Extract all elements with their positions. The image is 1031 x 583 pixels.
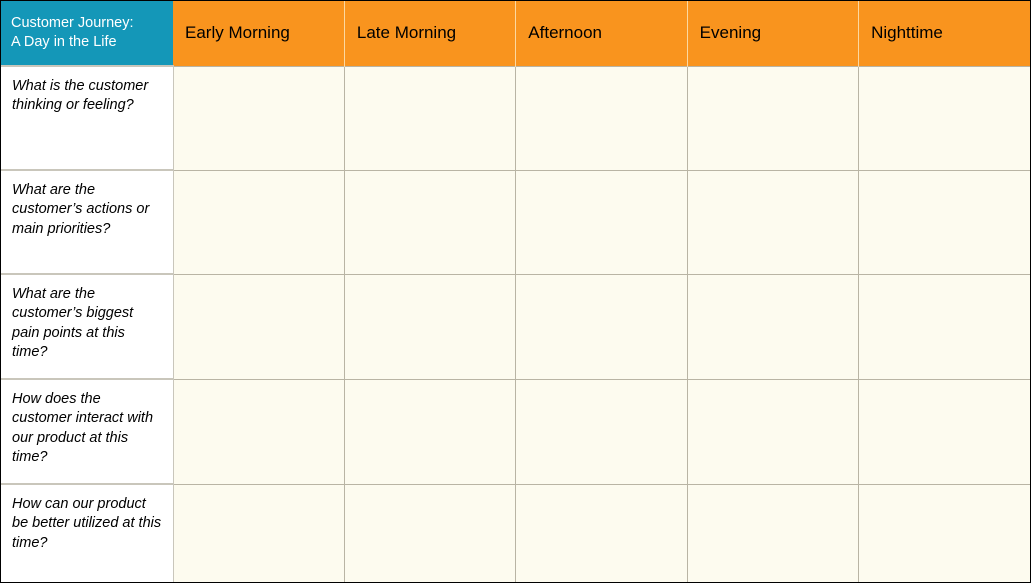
entry-cell[interactable]: [173, 378, 345, 484]
customer-journey-board: Customer Journey: A Day in the Life Earl…: [0, 0, 1031, 583]
row-question-label: How does the customer interact with our …: [12, 391, 154, 465]
entry-cell[interactable]: [515, 273, 688, 379]
board-title-cell: Customer Journey: A Day in the Life: [1, 1, 173, 66]
row-question-cell: What is the customer thinking or feeling…: [1, 65, 174, 170]
entry-cell[interactable]: [343, 378, 516, 484]
row-question-label: How can our product be better utilized a…: [12, 496, 162, 551]
column-header-label: Nighttime: [871, 23, 943, 43]
table-row: What are the customer’s biggest pain poi…: [1, 273, 1030, 379]
column-header-label: Late Morning: [356, 23, 457, 43]
table-row: What are the customer’s actions or main …: [1, 169, 1030, 274]
column-header-evening[interactable]: Evening: [686, 1, 859, 66]
entry-cell[interactable]: [515, 378, 688, 484]
row-question-label: What is the customer thinking or feeling…: [12, 78, 149, 114]
entry-cell[interactable]: [686, 378, 859, 484]
row-question-label: What are the customer’s biggest pain poi…: [12, 286, 134, 360]
entry-cell[interactable]: [173, 483, 345, 582]
entry-cell[interactable]: [343, 169, 516, 274]
entry-cell[interactable]: [858, 169, 1030, 274]
column-header-label: Early Morning: [185, 23, 290, 43]
column-header-late-morning[interactable]: Late Morning: [343, 1, 516, 66]
entry-cell[interactable]: [858, 273, 1030, 379]
column-header-label: Afternoon: [528, 23, 603, 43]
table-row: How can our product be better utilized a…: [1, 483, 1030, 582]
entry-cell[interactable]: [343, 273, 516, 379]
row-question-label: What are the customer’s actions or main …: [12, 182, 150, 237]
table-header-row: Customer Journey: A Day in the Life Earl…: [1, 1, 1030, 66]
row-question-cell: What are the customer’s biggest pain poi…: [1, 273, 174, 379]
entry-cell[interactable]: [686, 65, 859, 170]
table-row: How does the customer interact with our …: [1, 378, 1030, 484]
table-row: What is the customer thinking or feeling…: [1, 65, 1030, 170]
entry-cell[interactable]: [343, 483, 516, 582]
entry-cell[interactable]: [858, 483, 1030, 582]
entry-cell[interactable]: [173, 273, 345, 379]
entry-cell[interactable]: [173, 65, 345, 170]
entry-cell[interactable]: [515, 483, 688, 582]
entry-cell[interactable]: [686, 169, 859, 274]
column-header-nighttime[interactable]: Nighttime: [858, 1, 1030, 66]
entry-cell[interactable]: [515, 65, 688, 170]
entry-cell[interactable]: [173, 169, 345, 274]
entry-cell[interactable]: [686, 483, 859, 582]
row-question-cell: How can our product be better utilized a…: [1, 483, 174, 582]
column-header-label: Evening: [699, 23, 762, 43]
entry-cell[interactable]: [686, 273, 859, 379]
entry-cell[interactable]: [858, 65, 1030, 170]
entry-cell[interactable]: [343, 65, 516, 170]
board-title-line-2: A Day in the Life: [11, 34, 117, 50]
column-header-afternoon[interactable]: Afternoon: [515, 1, 688, 66]
row-question-cell: What are the customer’s actions or main …: [1, 169, 174, 274]
entry-cell[interactable]: [858, 378, 1030, 484]
column-header-early-morning[interactable]: Early Morning: [173, 1, 345, 66]
board-title-line-1: Customer Journey:: [11, 15, 134, 32]
row-question-cell: How does the customer interact with our …: [1, 378, 174, 484]
entry-cell[interactable]: [515, 169, 688, 274]
journey-table: Customer Journey: A Day in the Life Earl…: [1, 1, 1030, 582]
